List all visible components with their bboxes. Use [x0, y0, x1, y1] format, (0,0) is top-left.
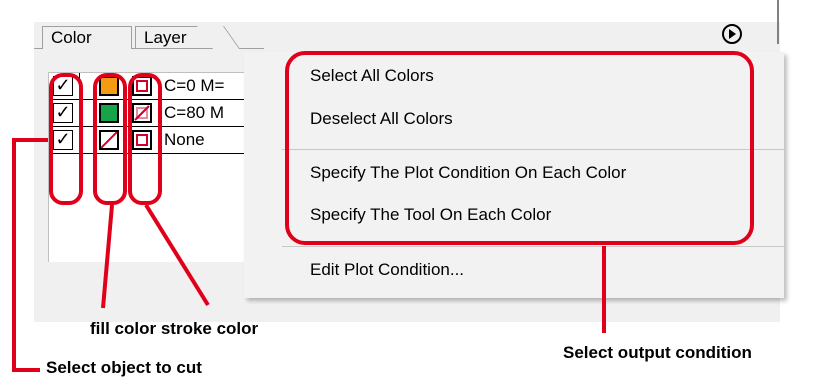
- select-object-callout: Select object to cut: [46, 358, 202, 377]
- tab-color[interactable]: Color: [42, 26, 132, 49]
- fill-stroke-callout: fill color stroke color: [90, 319, 259, 338]
- select-output-callout: Select output condition: [563, 343, 752, 362]
